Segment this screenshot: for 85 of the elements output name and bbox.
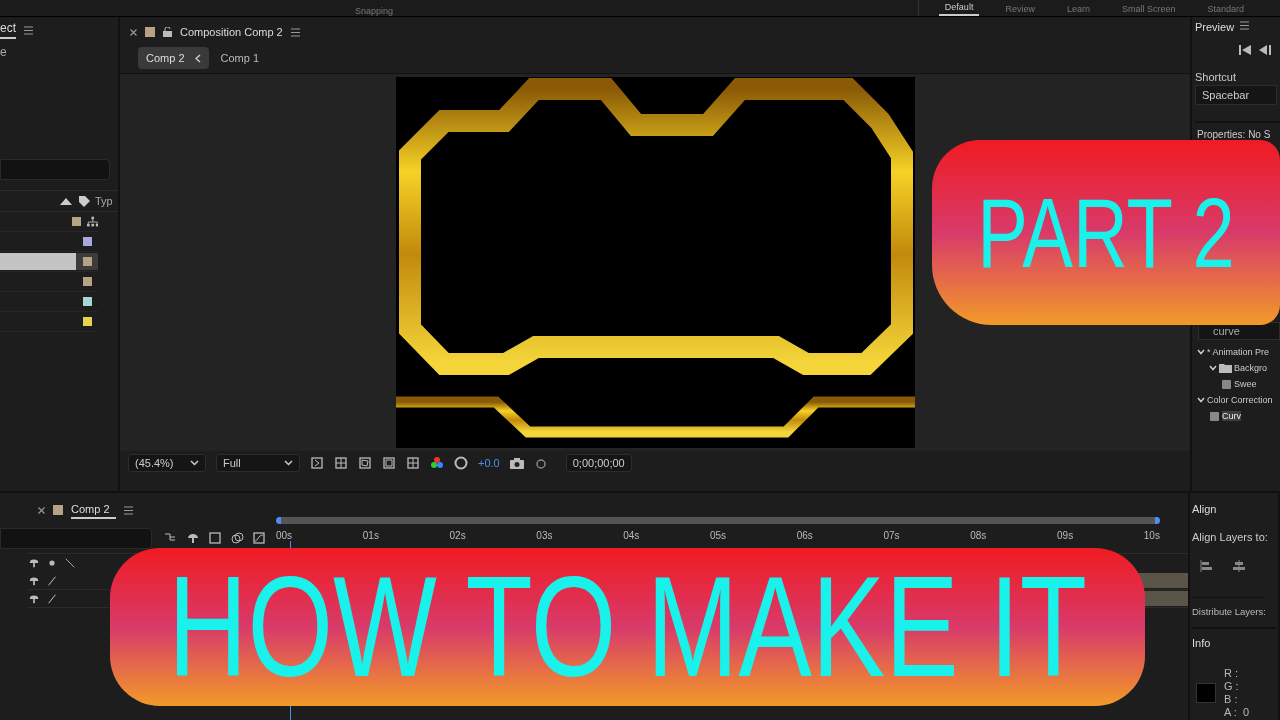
disclosure-caret-icon[interactable] xyxy=(1209,364,1217,372)
search-field[interactable] xyxy=(0,159,110,180)
effect-tree-item[interactable]: Color Correction xyxy=(1207,395,1273,405)
color-sample xyxy=(1196,682,1216,703)
close-icon[interactable] xyxy=(130,28,137,36)
timecode-field[interactable]: 0;00;00;00 xyxy=(565,454,632,472)
ruler-label: 02s xyxy=(449,530,466,541)
graph-editor-icon[interactable] xyxy=(252,531,266,545)
project-item[interactable] xyxy=(0,252,98,272)
shy-icon[interactable] xyxy=(28,557,40,569)
snapping-label[interactable]: Snapping xyxy=(355,6,394,16)
channel-readout: G : xyxy=(1224,680,1240,692)
camera-icon[interactable] xyxy=(509,457,524,469)
align-label: Align Layers to: xyxy=(1192,531,1269,543)
close-icon[interactable] xyxy=(38,506,45,514)
workspace-tab[interactable]: Standard xyxy=(1201,3,1250,16)
disclosure-caret-icon[interactable] xyxy=(1197,348,1205,356)
panel-menu-icon[interactable] xyxy=(1240,21,1250,30)
ruler-label: 05s xyxy=(709,530,727,541)
panel-menu-icon[interactable] xyxy=(290,27,300,37)
align-left-icon[interactable] xyxy=(1200,559,1214,573)
skip-to-start-icon[interactable] xyxy=(1239,45,1251,55)
timeline-tab[interactable]: Comp 2 xyxy=(71,501,116,519)
effect-tree-item[interactable]: Backgro xyxy=(1234,363,1268,373)
transparency-grid-icon[interactable] xyxy=(334,456,348,470)
ruler-label: 03s xyxy=(536,530,553,541)
panel-tab[interactable]: Composition Comp 2 xyxy=(180,26,283,38)
channel-readout: A : 0 xyxy=(1224,706,1250,718)
zoom-dropdown[interactable]: (45.4%) xyxy=(128,454,206,472)
ruler-label: 07s xyxy=(883,530,900,541)
panel-title[interactable]: Preview xyxy=(1195,21,1235,33)
ruler-label: 09s xyxy=(1057,530,1074,541)
effect-tree-item[interactable]: * Animation Pre xyxy=(1207,347,1270,357)
effect-icon xyxy=(1221,378,1232,390)
ruler-label: 06s xyxy=(796,530,813,541)
effect-tree-item[interactable]: Swee xyxy=(1234,379,1257,389)
chevron-left-icon xyxy=(194,53,201,63)
panel-title[interactable]: Info xyxy=(1192,637,1276,649)
resolution-dropdown[interactable]: Full xyxy=(216,454,300,472)
title-safe-icon[interactable] xyxy=(382,456,396,470)
panel-tab[interactable]: ect xyxy=(0,21,16,39)
channel-readout: B : xyxy=(1224,693,1239,705)
chevron-down-icon xyxy=(284,460,293,466)
layer-search-field[interactable] xyxy=(0,527,152,549)
panel-title[interactable]: Align xyxy=(1192,503,1276,515)
effect-icon xyxy=(1209,410,1220,422)
project-info-text: e xyxy=(0,44,8,61)
ruler-label: 00s xyxy=(276,530,293,541)
shy-layers-icon[interactable] xyxy=(186,531,200,545)
step-back-icon[interactable] xyxy=(1259,45,1271,55)
ruler-label: 01s xyxy=(362,530,379,541)
distribute-label: Distribute Layers: xyxy=(1192,597,1266,617)
ruler-label: 04s xyxy=(623,530,640,541)
workspace-tab[interactable]: Review xyxy=(999,3,1041,16)
workspace-tab[interactable]: Learn xyxy=(1060,3,1096,16)
ruler-label: 08s xyxy=(970,530,987,541)
shortcut-dropdown[interactable]: Spacebar xyxy=(1195,85,1277,105)
color-channels-icon[interactable] xyxy=(430,456,444,470)
fast-preview-icon[interactable] xyxy=(310,456,324,470)
sort-triangle-icon[interactable] xyxy=(60,197,72,205)
comp-color-swatch xyxy=(53,505,63,515)
motion-blur-icon[interactable] xyxy=(230,531,244,545)
lock-icon[interactable] xyxy=(163,27,172,37)
headline-overlay: HOW TO MAKE IT xyxy=(110,548,1145,706)
breadcrumb[interactable]: Comp 2 xyxy=(138,47,209,69)
panel-menu-icon[interactable] xyxy=(24,25,33,35)
ruler-label: 10s xyxy=(1143,530,1160,541)
exposure-value[interactable]: +0.0 xyxy=(478,457,500,469)
breadcrumb[interactable]: Comp 1 xyxy=(212,47,268,69)
composition-icon xyxy=(86,215,98,228)
effect-tree-item[interactable]: Curv xyxy=(1222,411,1241,421)
workspace-tab[interactable]: Small Screen xyxy=(1115,3,1182,16)
title-overlay: PART 2 xyxy=(932,140,1280,325)
disclosure-caret-icon[interactable] xyxy=(1197,396,1205,404)
shortcut-label: Shortcut xyxy=(1195,71,1237,83)
mask-path-icon[interactable] xyxy=(358,456,372,470)
chevron-down-icon xyxy=(190,460,199,466)
align-center-icon[interactable] xyxy=(1232,559,1246,573)
channel-readout: R : xyxy=(1224,667,1240,679)
panel-menu-icon[interactable] xyxy=(123,505,133,515)
column-header[interactable]: Typ xyxy=(95,195,113,207)
frame-blending-icon[interactable] xyxy=(208,531,222,545)
folder-icon xyxy=(1219,363,1232,373)
comp-color-swatch xyxy=(145,27,155,37)
label-tag-icon[interactable] xyxy=(78,194,91,208)
